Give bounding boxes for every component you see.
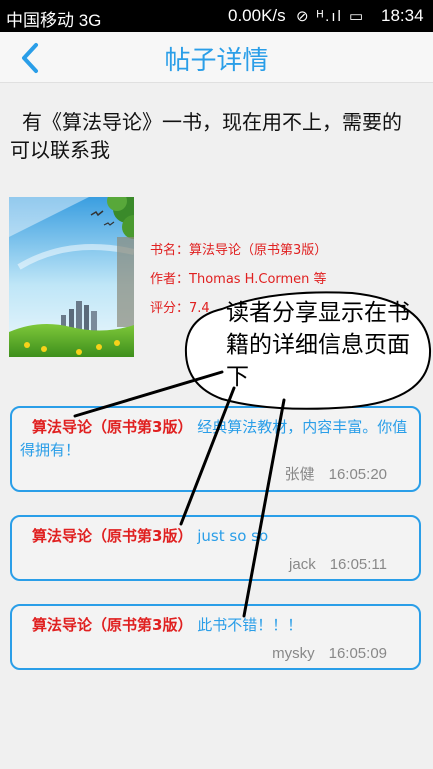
comment-author: mysky bbox=[272, 645, 315, 662]
book-name-row: 书名：算法导论（原书第3版） bbox=[150, 236, 327, 265]
comment-book-title: 算法导论（原书第3版） bbox=[32, 527, 193, 545]
status-bar: 中国移动 3G 0.00K/s ⊘ ᴴ.ıl ▭ 18:34 bbox=[0, 0, 433, 32]
chevron-left-icon bbox=[22, 43, 38, 73]
book-name: 算法导论（原书第3版） bbox=[189, 243, 328, 258]
comment-author: 张健 bbox=[284, 466, 315, 483]
book-name-label: 书名： bbox=[150, 243, 190, 258]
network-speed: 0.00K/s bbox=[228, 6, 286, 25]
comment-book-title: 算法导论（原书第3版） bbox=[32, 616, 193, 634]
comment-card[interactable]: 算法导论（原书第3版） 经典算法教材，内容丰富。你值得拥有！ 张健 16:05:2… bbox=[10, 406, 421, 492]
nav-bar: 帖子详情 bbox=[0, 32, 433, 83]
comment-meta: jack 16:05:11 bbox=[289, 556, 387, 573]
comment-book-title: 算法导论（原书第3版） bbox=[32, 418, 193, 436]
carrier-label: 中国移动 3G bbox=[6, 11, 102, 30]
signal-battery-icons: ⊘ ᴴ.ıl ▭ bbox=[296, 8, 366, 25]
book-author: Thomas H.Cormen 等 bbox=[189, 272, 327, 287]
annotation-text: 读者分享显示在书籍的详细信息页面下 bbox=[226, 300, 410, 390]
comment-content: just so so bbox=[197, 527, 269, 545]
back-button[interactable] bbox=[10, 38, 50, 78]
post-body: 有《算法导论》一书，现在用不上，需要的可以联系我 bbox=[10, 110, 402, 162]
comment-card[interactable]: 算法导论（原书第3版） just so so jack 16:05:11 bbox=[10, 515, 421, 581]
comment-card[interactable]: 算法导论（原书第3版） 此书不错！！！ mysky 16:05:09 bbox=[10, 604, 421, 670]
comment-time: 16:05:09 bbox=[328, 645, 387, 662]
book-cover-image[interactable] bbox=[9, 197, 134, 357]
comment-text: 算法导论（原书第3版） 此书不错！！！ bbox=[20, 614, 414, 637]
comment-time: 16:05:20 bbox=[328, 466, 387, 483]
page-title: 帖子详情 bbox=[164, 46, 269, 76]
clock: 18:34 bbox=[381, 6, 424, 25]
comment-meta: mysky 16:05:09 bbox=[272, 645, 387, 662]
comment-text: 算法导论（原书第3版） 经典算法教材，内容丰富。你值得拥有！ bbox=[20, 416, 414, 462]
comment-content: 此书不错！！！ bbox=[197, 616, 303, 634]
comment-time: 16:05:11 bbox=[329, 556, 387, 573]
comment-meta: 张健 16:05:20 bbox=[285, 463, 387, 484]
comment-text: 算法导论（原书第3版） just so so bbox=[20, 525, 414, 548]
comment-author: jack bbox=[289, 556, 316, 573]
book-author-label: 作者： bbox=[150, 272, 190, 287]
